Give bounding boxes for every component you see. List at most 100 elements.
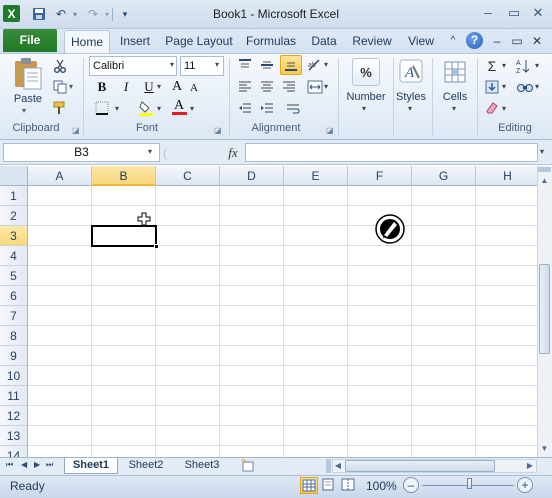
row-header-13[interactable]: 13 xyxy=(0,426,28,446)
select-all-button[interactable] xyxy=(0,166,28,186)
align-middle-icon[interactable] xyxy=(258,56,276,74)
orientation-icon[interactable]: ab xyxy=(306,56,324,74)
zoom-in-button[interactable]: + xyxy=(517,477,533,493)
italic-button[interactable]: I xyxy=(118,78,134,96)
workbook-restore-button[interactable]: ▭ xyxy=(510,30,524,52)
fill-color-icon[interactable] xyxy=(138,100,154,116)
name-box[interactable]: B3 xyxy=(3,143,160,162)
tab-formulas[interactable]: Formulas xyxy=(242,30,300,52)
scroll-up-button[interactable]: ▲ xyxy=(538,174,551,188)
row-header-11[interactable]: 11 xyxy=(0,386,28,406)
zoom-level[interactable]: 100% xyxy=(366,479,397,493)
cut-icon[interactable] xyxy=(52,58,68,74)
active-cell-b3[interactable] xyxy=(91,225,157,247)
number-format-icon[interactable]: % xyxy=(352,58,380,86)
worksheet-grid[interactable]: ABCDEFGH 1 2 3 4 5 6 7 8 9 10 11 12 13 14 xyxy=(0,166,537,457)
sheet-tab-3[interactable]: Sheet3 xyxy=(178,458,226,474)
page-layout-view-button[interactable] xyxy=(320,477,338,494)
cells-group-button[interactable]: Cells xyxy=(436,91,474,103)
font-size-dropdown-icon[interactable]: ▾ xyxy=(215,60,219,69)
clear-dropdown-icon[interactable]: ▾ xyxy=(502,104,506,113)
tab-view[interactable]: View xyxy=(402,30,440,52)
clear-icon[interactable] xyxy=(484,100,500,116)
align-center-icon[interactable] xyxy=(258,78,276,96)
font-name-box[interactable]: Calibri xyxy=(89,56,177,76)
borders-dropdown-icon[interactable]: ▾ xyxy=(115,104,119,113)
copy-dropdown-icon[interactable]: ▾ xyxy=(69,82,73,91)
borders-icon[interactable] xyxy=(94,100,110,116)
row-header-4[interactable]: 4 xyxy=(0,246,28,266)
merge-dropdown-icon[interactable]: ▾ xyxy=(324,82,328,91)
fill-handle[interactable] xyxy=(154,244,159,249)
cells-icon[interactable] xyxy=(441,57,469,87)
merge-center-icon[interactable] xyxy=(306,78,324,96)
fill-icon[interactable] xyxy=(484,78,500,96)
zoom-slider-thumb[interactable] xyxy=(467,478,472,489)
close-button[interactable]: ✕ xyxy=(528,4,548,22)
expand-formula-bar-icon[interactable]: ▾ xyxy=(540,147,544,156)
number-group-button[interactable]: Number xyxy=(340,91,392,103)
column-header-g[interactable]: G xyxy=(412,166,476,186)
column-header-d[interactable]: D xyxy=(220,166,284,186)
paste-button[interactable]: Paste xyxy=(12,93,44,105)
sort-filter-dropdown-icon[interactable]: ▾ xyxy=(535,61,539,70)
paste-icon[interactable] xyxy=(12,57,44,91)
normal-view-button[interactable] xyxy=(300,477,318,494)
row-header-3[interactable]: 3 xyxy=(0,226,28,246)
autosum-icon[interactable]: Σ xyxy=(484,57,500,75)
sheet-tab-1[interactable]: Sheet1 xyxy=(64,458,118,474)
align-bottom-icon[interactable] xyxy=(280,55,302,75)
formula-input[interactable] xyxy=(245,143,538,162)
row-header-12[interactable]: 12 xyxy=(0,406,28,426)
decrease-indent-icon[interactable] xyxy=(236,100,254,118)
cells-dropdown-icon[interactable]: ▾ xyxy=(452,104,456,113)
column-header-c[interactable]: C xyxy=(156,166,220,186)
workbook-minimize-button[interactable]: – xyxy=(490,30,504,52)
insert-function-button[interactable]: fx xyxy=(224,143,242,162)
tab-home[interactable]: Home xyxy=(64,30,110,55)
row-header-7[interactable]: 7 xyxy=(0,306,28,326)
shrink-font-button[interactable]: A xyxy=(188,80,200,96)
font-color-icon[interactable]: A xyxy=(171,98,187,116)
row-header-5[interactable]: 5 xyxy=(0,266,28,286)
help-icon[interactable]: ? xyxy=(466,32,483,49)
insert-sheet-icon[interactable] xyxy=(240,459,256,473)
underline-button[interactable]: U xyxy=(141,78,157,96)
tab-split-box[interactable] xyxy=(326,459,331,473)
first-sheet-icon[interactable]: ⏮ xyxy=(6,460,13,470)
tab-review[interactable]: Review xyxy=(348,30,396,52)
row-header-10[interactable]: 10 xyxy=(0,366,28,386)
prev-sheet-icon[interactable]: ◀ xyxy=(21,460,27,469)
styles-icon[interactable]: A xyxy=(397,57,425,87)
row-header-8[interactable]: 8 xyxy=(0,326,28,346)
increase-indent-icon[interactable] xyxy=(258,100,276,118)
next-sheet-icon[interactable]: ▶ xyxy=(34,460,40,469)
tab-data[interactable]: Data xyxy=(306,30,342,52)
font-name-dropdown-icon[interactable]: ▾ xyxy=(170,60,174,69)
vertical-scroll-thumb[interactable] xyxy=(539,264,550,354)
wrap-text-icon[interactable] xyxy=(284,100,302,118)
split-box[interactable] xyxy=(538,167,551,172)
restore-button[interactable]: ▭ xyxy=(504,4,524,22)
font-color-dropdown-icon[interactable]: ▾ xyxy=(190,104,194,113)
row-header-6[interactable]: 6 xyxy=(0,286,28,306)
underline-dropdown-icon[interactable]: ▾ xyxy=(157,82,161,91)
alignment-launcher-icon[interactable]: ◪ xyxy=(326,126,334,135)
scroll-left-button[interactable]: ◀ xyxy=(333,460,343,472)
formula-bar-resize-handle[interactable]: ( xyxy=(163,146,181,160)
font-launcher-icon[interactable]: ◪ xyxy=(214,126,222,135)
fill-dropdown-icon[interactable]: ▾ xyxy=(502,82,506,91)
tab-file[interactable]: File xyxy=(3,29,57,52)
autosum-dropdown-icon[interactable]: ▾ xyxy=(502,61,506,70)
paste-dropdown-icon[interactable]: ▾ xyxy=(22,106,26,115)
find-select-icon[interactable] xyxy=(515,78,535,96)
column-header-h[interactable]: H xyxy=(476,166,537,186)
bold-button[interactable]: B xyxy=(94,78,110,96)
column-header-f[interactable]: F xyxy=(348,166,412,186)
zoom-out-button[interactable]: – xyxy=(403,477,419,493)
fill-color-dropdown-icon[interactable]: ▾ xyxy=(157,104,161,113)
find-select-dropdown-icon[interactable]: ▾ xyxy=(535,82,539,91)
horizontal-scroll-thumb[interactable] xyxy=(345,460,495,472)
workbook-close-button[interactable]: ✕ xyxy=(530,30,544,52)
row-header-2[interactable]: 2 xyxy=(0,206,28,226)
